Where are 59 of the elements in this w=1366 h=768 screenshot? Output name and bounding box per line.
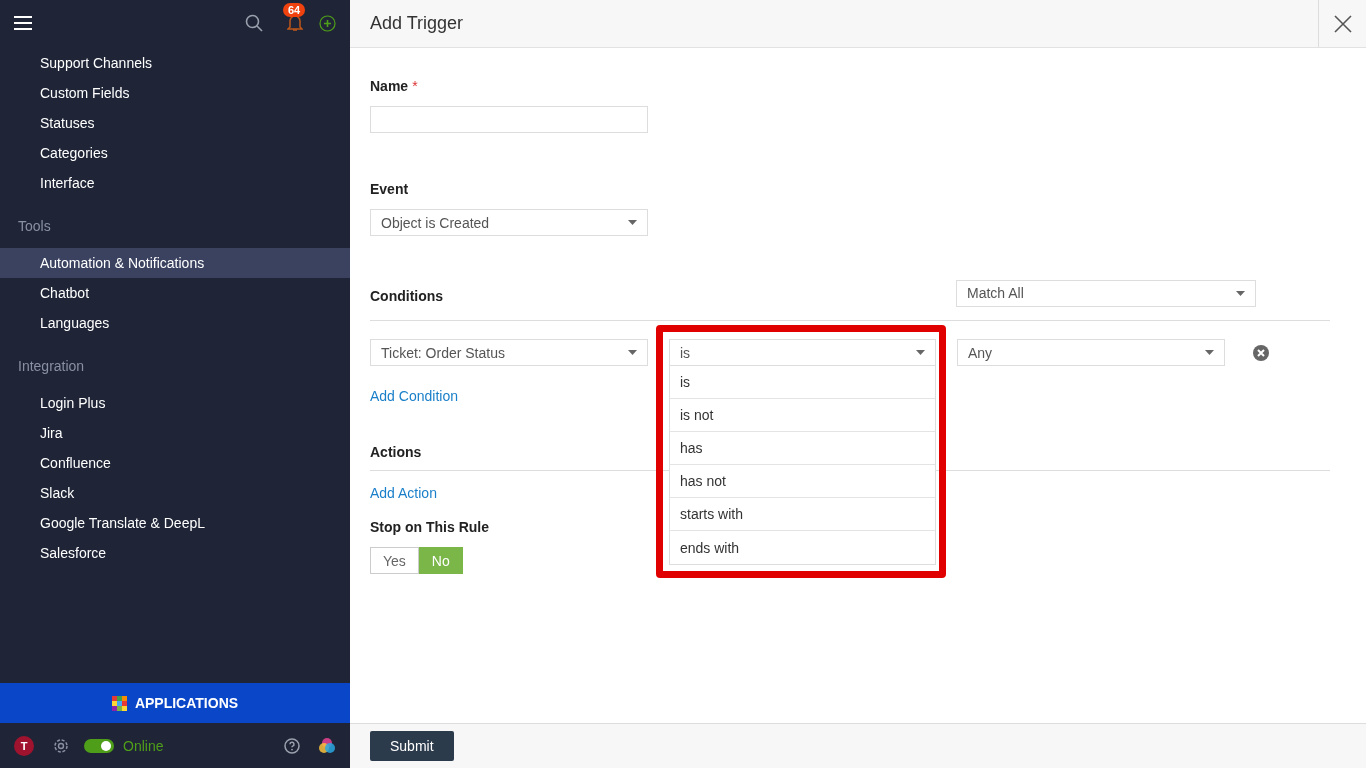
- sidebar-item[interactable]: Login Plus: [0, 388, 350, 418]
- notification-badge: 64: [283, 3, 306, 17]
- field-label: Stop on This Rule: [370, 519, 489, 535]
- caret-icon: [1205, 350, 1214, 355]
- dropdown-option[interactable]: is: [670, 366, 935, 399]
- help-icon[interactable]: [284, 737, 300, 754]
- sidebar-item[interactable]: Jira: [0, 418, 350, 448]
- sidebar-item[interactable]: Chatbot: [0, 278, 350, 308]
- bell-icon[interactable]: [287, 14, 303, 32]
- sidebar-item[interactable]: Automation & Notifications: [0, 248, 350, 278]
- remove-condition-icon[interactable]: [1253, 344, 1269, 361]
- close-icon: [1333, 14, 1352, 33]
- panel-title: Add Trigger: [369, 13, 465, 34]
- caret-icon: [628, 220, 637, 225]
- section-heading: Conditions: [370, 287, 445, 304]
- sidebar-item[interactable]: Interface: [0, 168, 350, 198]
- section-heading: Integration: [17, 357, 86, 376]
- caret-icon: [1236, 290, 1245, 296]
- section-heading: Tools: [17, 217, 52, 236]
- settings-icon[interactable]: [52, 736, 70, 755]
- sidebar-item[interactable]: Google Translate & DeepL: [0, 508, 350, 538]
- search-icon[interactable]: [245, 14, 263, 32]
- add-icon[interactable]: [319, 14, 336, 32]
- match-select[interactable]: Match All: [956, 279, 1256, 307]
- dropdown-option[interactable]: starts with: [670, 498, 935, 531]
- section-heading: Actions: [370, 444, 422, 460]
- caret-icon: [628, 350, 637, 355]
- sidebar-item[interactable]: Categories: [0, 138, 350, 168]
- dropdown-option[interactable]: has: [670, 432, 935, 465]
- status-toggle[interactable]: [84, 738, 114, 753]
- required-mark: *: [412, 78, 418, 94]
- sidebar-item[interactable]: Custom Fields: [0, 78, 350, 108]
- sidebar-item[interactable]: Support Channels: [0, 48, 350, 78]
- sidebar-item[interactable]: Confluence: [0, 448, 350, 478]
- menu-icon[interactable]: [14, 16, 32, 30]
- name-input[interactable]: [370, 106, 648, 133]
- add-action-link[interactable]: Add Action: [370, 485, 437, 501]
- sidebar-item[interactable]: Languages: [0, 308, 350, 338]
- field-label: Name: [370, 78, 409, 94]
- toggle-option[interactable]: Yes: [370, 547, 419, 574]
- apps-grid-icon: [111, 695, 127, 711]
- submit-button[interactable]: Submit: [370, 731, 454, 761]
- caret-icon: [916, 350, 925, 355]
- add-condition-link[interactable]: Add Condition: [370, 388, 458, 404]
- sidebar-item[interactable]: Slack: [0, 478, 350, 508]
- dropdown-option[interactable]: ends with: [670, 531, 935, 564]
- condition-value-select[interactable]: Any: [957, 339, 1225, 366]
- dropdown-option[interactable]: is not: [670, 399, 935, 432]
- sidebar-item[interactable]: Statuses: [0, 108, 350, 138]
- user-avatar[interactable]: T: [14, 735, 34, 756]
- status-label: Online: [123, 737, 164, 754]
- condition-field-select[interactable]: Ticket: Order Status: [370, 339, 648, 366]
- color-circles-icon[interactable]: [318, 736, 336, 755]
- dropdown-option[interactable]: has not: [670, 465, 935, 498]
- field-label: Event: [370, 181, 409, 197]
- event-select[interactable]: Object is Created: [370, 209, 648, 236]
- applications-button[interactable]: APPLICATIONS: [0, 683, 350, 723]
- sidebar-item[interactable]: Salesforce: [0, 538, 350, 568]
- operator-select[interactable]: is: [669, 339, 936, 366]
